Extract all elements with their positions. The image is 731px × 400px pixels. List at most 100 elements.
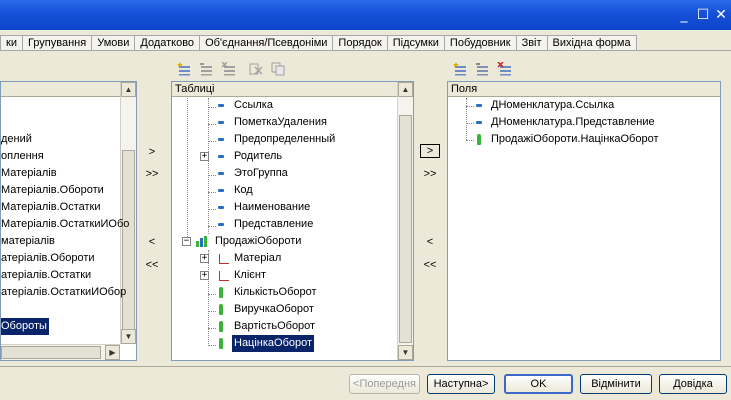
remove-field-button[interactable]: < xyxy=(420,234,440,250)
remove-table-button[interactable]: < xyxy=(142,234,162,250)
field-item-label: ДНоменклатура.Ссылка xyxy=(491,99,615,111)
vertical-scrollbar[interactable]: ▲ ▼ xyxy=(397,82,413,360)
horizontal-scrollbar[interactable]: ▶ xyxy=(1,344,120,360)
collapse-icon[interactable]: − xyxy=(182,237,191,246)
tree-item-label: ЭтоГруппа xyxy=(234,167,288,179)
tree-item-field[interactable]: + Родитель xyxy=(172,148,399,165)
scroll-right-button[interactable]: ▶ xyxy=(105,345,120,360)
expand-icon[interactable]: + xyxy=(200,254,209,263)
add-all-tables-button[interactable]: >> xyxy=(142,166,162,182)
scroll-down-button[interactable]: ▼ xyxy=(121,329,136,344)
scroll-thumb[interactable] xyxy=(122,150,135,335)
add-field-icon[interactable] xyxy=(452,62,468,76)
list-item-label: атеріалів.Обороти xyxy=(1,252,95,264)
add-table-icon[interactable] xyxy=(176,62,192,76)
add-all-fields-button[interactable]: >> xyxy=(420,166,440,182)
field-icon xyxy=(218,121,224,124)
fields-header: Поля xyxy=(448,82,720,97)
list-item-label: Матеріалів xyxy=(1,167,57,179)
expand-icon[interactable]: + xyxy=(200,271,209,280)
dimension-icon xyxy=(219,271,229,281)
tree-item-field[interactable]: Предопределенный xyxy=(172,131,399,148)
scroll-thumb[interactable] xyxy=(399,115,412,343)
field-item[interactable]: ПродажіОбороти.НацінкаОборот xyxy=(448,131,718,148)
delete-table-icon[interactable] xyxy=(221,62,237,76)
scroll-up-button[interactable]: ▲ xyxy=(398,82,413,97)
close-button[interactable]: ✕ xyxy=(713,7,729,23)
list-item-label: атеріалів.Остатки xyxy=(1,269,92,281)
maximize-button[interactable]: ☐ xyxy=(695,7,711,23)
tab-grouping[interactable]: Групування xyxy=(21,35,93,51)
tab-report[interactable]: Звіт xyxy=(515,35,548,51)
remove-all-tables-button[interactable]: << xyxy=(142,257,162,273)
tree-item-label: ВиручкаОборот xyxy=(234,303,314,315)
field-icon xyxy=(218,189,224,192)
scroll-thumb[interactable] xyxy=(1,346,101,359)
list-item-label: Матеріалів.Обороти xyxy=(1,184,104,196)
add-table-button[interactable]: > xyxy=(142,144,162,160)
tree-item-field[interactable]: ЭтоГруппа xyxy=(172,165,399,182)
field-icon xyxy=(218,104,224,107)
field-icon xyxy=(476,104,482,107)
tab-union-aliases[interactable]: Об'єднання/Псевдоніми xyxy=(199,35,334,51)
minimize-button[interactable]: _ xyxy=(676,7,692,23)
resource-icon xyxy=(219,287,223,298)
tree-item-resource[interactable]: КількістьОборот xyxy=(172,284,399,301)
tree-item-field[interactable]: Ссылка xyxy=(172,97,399,114)
field-icon xyxy=(218,138,224,141)
tree-item-label: ПометкаУдаления xyxy=(234,116,327,128)
tree-item-label: Матеріал xyxy=(234,252,282,264)
selected-fields-panel[interactable]: Поля ДНоменклатура.Ссылка ДНоменклатура.… xyxy=(447,81,721,361)
tables-tree-panel[interactable]: Таблиці ▲ ▼ Ссылка ПометкаУдаления Предо… xyxy=(171,81,414,361)
tab-additional[interactable]: Додатково xyxy=(134,35,201,51)
delete-field-icon[interactable] xyxy=(497,62,513,76)
resource-icon xyxy=(477,134,481,145)
edit-field-icon[interactable] xyxy=(474,62,490,76)
cancel-button[interactable]: Відмінити xyxy=(580,374,652,394)
tree-item-dimension[interactable]: + Матеріал xyxy=(172,250,399,267)
tab-0[interactable]: ки xyxy=(0,35,23,51)
tree-item-label: КількістьОборот xyxy=(234,286,317,298)
tab-conditions[interactable]: Умови xyxy=(91,35,136,51)
tree-item-resource[interactable]: ВиручкаОборот xyxy=(172,301,399,318)
tree-item-field[interactable]: ПометкаУдаления xyxy=(172,114,399,131)
help-button[interactable]: Довідка xyxy=(659,374,727,394)
copy-icon[interactable] xyxy=(270,62,286,76)
tree-item-label: Ссылка xyxy=(234,99,273,111)
cut-icon[interactable] xyxy=(248,62,264,76)
vertical-scrollbar[interactable]: ▲ ▼ xyxy=(120,82,136,344)
previous-button[interactable]: <Попередня xyxy=(349,374,420,394)
tree-item-field[interactable]: Код xyxy=(172,182,399,199)
list-item-label: Матеріалів.Остатки xyxy=(1,201,101,213)
source-tables-panel[interactable]: ▲ ▼ ▶ дений оплення Матеріалів Матеріалі… xyxy=(0,81,137,361)
field-icon xyxy=(218,223,224,226)
scroll-up-button[interactable]: ▲ xyxy=(121,82,136,97)
tree-item-label: Представление xyxy=(234,218,314,230)
tree-item-dimension[interactable]: + Клієнт xyxy=(172,267,399,284)
field-icon xyxy=(218,206,224,209)
tree-item-field[interactable]: Наименование xyxy=(172,199,399,216)
ok-button[interactable]: OK xyxy=(504,374,573,394)
field-item[interactable]: ДНоменклатура.Ссылка xyxy=(448,97,718,114)
next-button[interactable]: Наступна> xyxy=(427,374,495,394)
tab-builder[interactable]: Побудовник xyxy=(443,35,517,51)
field-icon xyxy=(476,121,482,124)
remove-all-fields-button[interactable]: << xyxy=(420,257,440,273)
tree-item-field[interactable]: Представление xyxy=(172,216,399,233)
resource-icon xyxy=(219,338,223,349)
field-item[interactable]: ДНоменклатура.Представление xyxy=(448,114,718,131)
list-item-label: Матеріалів.ОстаткиИОбо xyxy=(1,218,130,230)
footer-divider xyxy=(0,366,731,367)
window-title-bar: _ ☐ ✕ xyxy=(0,0,731,30)
list-item-label: атеріалів.ОстаткиИОбор xyxy=(1,286,127,298)
tab-totals[interactable]: Підсумки xyxy=(386,35,445,51)
edit-table-icon[interactable] xyxy=(198,62,214,76)
tree-item-table[interactable]: − ПродажіОбороти xyxy=(172,233,399,250)
tree-item-resource[interactable]: ВартістьОборот xyxy=(172,318,399,335)
expand-icon[interactable]: + xyxy=(200,152,209,161)
scroll-down-button[interactable]: ▼ xyxy=(398,345,413,360)
add-field-button[interactable]: > xyxy=(420,144,440,158)
tab-order[interactable]: Порядок xyxy=(332,35,388,51)
tab-output-form[interactable]: Вихідна форма xyxy=(546,35,637,51)
tree-item-resource-selected[interactable]: НацінкаОборот xyxy=(172,335,399,352)
